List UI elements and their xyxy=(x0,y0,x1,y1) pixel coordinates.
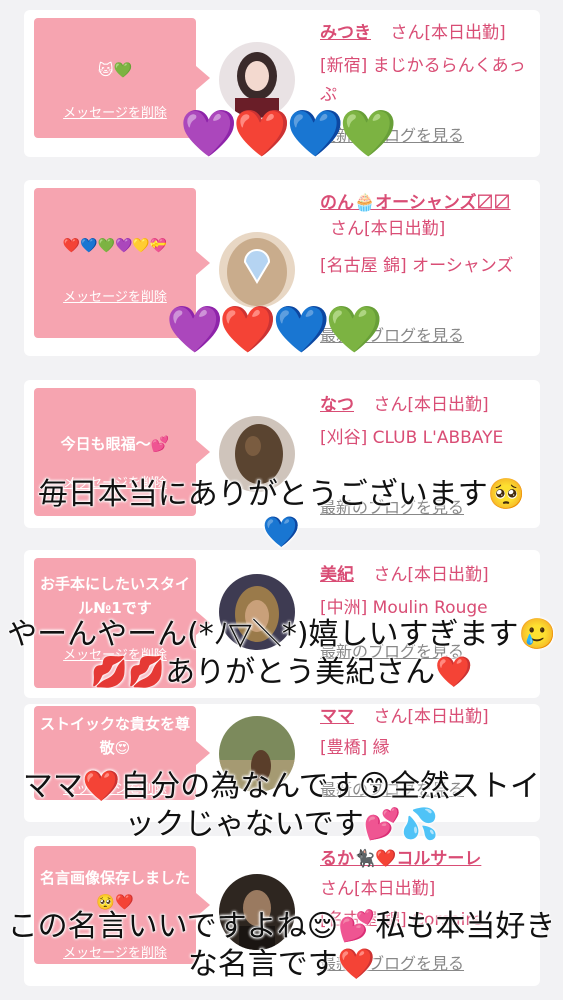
overlay-caption: ママ❤️自分の為なんです😙全然ストイックじゃないです💕💦 xyxy=(22,769,541,843)
message-text: お手本にしたいスタイル№1です xyxy=(40,575,191,617)
girl-name-link[interactable]: るか🐈‍⬛❤️コルサーレ xyxy=(320,849,481,869)
girl-name-link[interactable]: みつき xyxy=(320,23,371,43)
honorific: さん[本日出勤] xyxy=(320,879,436,899)
overlay-caption: 毎日本当にありがとうございます🥺💙 xyxy=(37,477,526,551)
honorific: さん[本日出勤] xyxy=(373,565,489,585)
girl-name-link[interactable]: なつ xyxy=(320,395,354,415)
girl-name-line: 美紀 さん[本日出勤] xyxy=(320,562,532,588)
girl-name-link[interactable]: のん🧁オーシャンズ〼〼 xyxy=(320,193,511,213)
message-text: 名言画像保存しました🥺❤️ xyxy=(40,869,191,911)
girl-name-line: ママ さん[本日出勤] xyxy=(320,704,532,730)
girl-name-line: なつ さん[本日出勤] xyxy=(320,392,532,418)
avatar-photo xyxy=(219,232,295,308)
shop-name[interactable]: [新宿] まじかるらんくあっぷ xyxy=(320,52,532,110)
message-text: 🐱💚 xyxy=(97,61,133,79)
shop-name[interactable]: [豊橋] 縁 xyxy=(320,734,532,763)
shop-name[interactable]: [刈谷] CLUB L'ABBAYE xyxy=(320,424,532,453)
message-text: ストイックな貴女を尊敬😍 xyxy=(40,715,191,757)
delete-message-link[interactable]: メッセージを削除 xyxy=(34,102,196,121)
overlay-caption: やーんやーん(*ﾉ▽＼*)嬉しいすぎます🥲💋💋ありがとう美紀さん❤️ xyxy=(7,617,557,691)
avatar[interactable] xyxy=(219,232,295,308)
heart-stickers: 💜❤️💙💚 xyxy=(180,106,397,160)
shop-name[interactable]: [名古屋 錦] オーシャンズ xyxy=(320,252,532,281)
girl-name-line: みつき さん[本日出勤] xyxy=(320,20,532,46)
girl-name-line: のん🧁オーシャンズ〼〼 さん[本日出勤] xyxy=(320,190,532,242)
girl-name-link[interactable]: ママ xyxy=(320,707,354,727)
honorific: さん[本日出勤] xyxy=(373,395,489,415)
girl-name-line: るか🐈‍⬛❤️コルサーレ xyxy=(320,846,532,872)
heart-stickers: 💜❤️💙💚 xyxy=(166,302,383,356)
honorific: さん[本日出勤] xyxy=(330,219,446,239)
honorific: さん[本日出勤] xyxy=(390,23,506,43)
message-text: ❤️💙💚💜💛💝 xyxy=(62,238,168,254)
girl-name-link[interactable]: 美紀 xyxy=(320,565,354,585)
message-text: 今日も眼福〜💕 xyxy=(60,435,170,453)
message-bubble: 🐱💚 メッセージを削除 xyxy=(34,18,210,138)
honorific: さん[本日出勤] xyxy=(373,707,489,727)
overlay-caption: この名言いいですよね😌💕私も本当好きな名言です❤️ xyxy=(7,909,556,983)
